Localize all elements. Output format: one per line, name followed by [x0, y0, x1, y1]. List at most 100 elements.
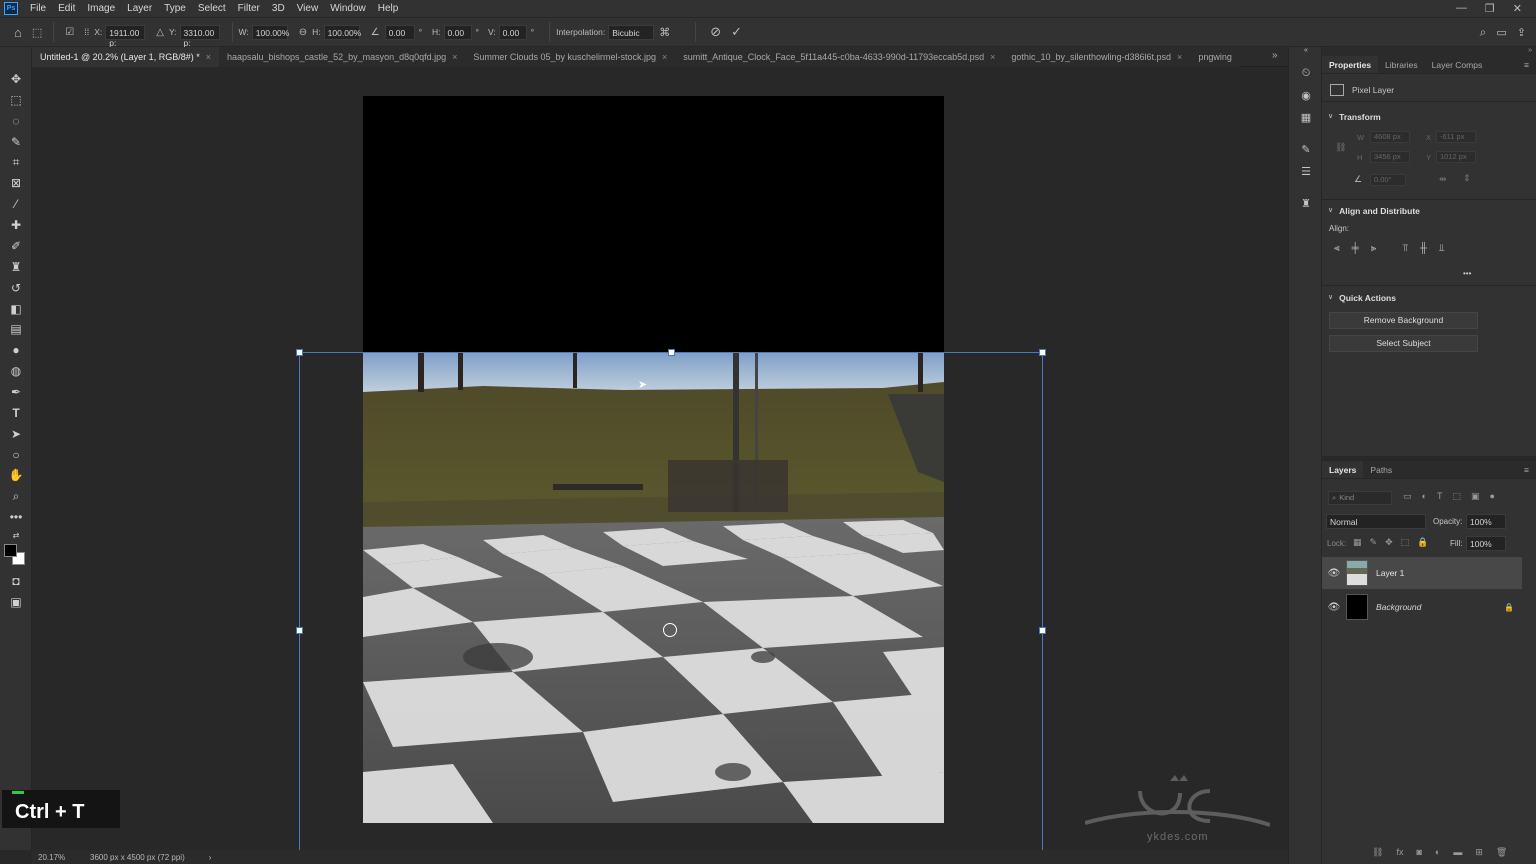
layer-name[interactable]: Background — [1376, 602, 1421, 612]
status-expand-icon[interactable]: › — [209, 853, 212, 862]
layer-style-icon[interactable]: fx — [1396, 847, 1403, 858]
more-options-icon[interactable]: ••• — [1463, 269, 1471, 278]
tab-close-icon[interactable]: × — [452, 47, 457, 67]
lock-position-icon[interactable]: ✥ — [1385, 537, 1393, 548]
free-transform-bounding-box[interactable] — [296, 349, 1046, 850]
menu-select[interactable]: Select — [192, 0, 232, 17]
visibility-eye-icon[interactable]: 👁 — [1322, 568, 1346, 579]
adjustments-panel-icon[interactable]: ☰ — [1298, 165, 1314, 179]
commit-transform-icon[interactable]: ✓ — [731, 24, 742, 40]
screen-mode-icon[interactable]: ▣ — [7, 594, 25, 610]
filter-adjustment-icon[interactable]: ◐ — [1422, 491, 1427, 502]
menu-edit[interactable]: Edit — [52, 0, 81, 17]
height-field[interactable]: 100.00% — [323, 24, 361, 40]
hskew-field[interactable]: 0.00 — [443, 24, 472, 40]
tab-paths[interactable]: Paths — [1363, 461, 1399, 478]
select-subject-button[interactable]: Select Subject — [1329, 335, 1478, 352]
frame-tool-icon[interactable]: ⊠ — [7, 175, 25, 191]
tab-close-icon[interactable]: × — [206, 47, 211, 67]
tab-overflow-icon[interactable]: » — [1272, 50, 1278, 61]
tab-summer-clouds[interactable]: Summer Clouds 05_by kuschelirmel-stock.j… — [465, 47, 676, 67]
relative-position-icon[interactable]: △ — [156, 27, 164, 38]
opacity-field[interactable]: 100% — [1466, 514, 1506, 529]
vskew-field[interactable]: 0.00 — [498, 24, 527, 40]
brush-settings-icon[interactable]: ✎ — [1298, 143, 1314, 157]
angle-field[interactable]: 0.00° — [1370, 174, 1406, 186]
panel-menu-icon[interactable]: ≡ — [1517, 56, 1536, 73]
crop-tool-icon[interactable]: ⌗ — [7, 154, 25, 170]
menu-type[interactable]: Type — [158, 0, 192, 17]
history-brush-tool-icon[interactable]: ↺ — [7, 280, 25, 296]
transform-handle-middle-right[interactable] — [1039, 627, 1046, 634]
new-layer-icon[interactable]: ⊞ — [1475, 847, 1483, 858]
3d-panel-icon[interactable]: ◉ — [1298, 89, 1314, 103]
menu-help[interactable]: Help — [372, 0, 405, 17]
panel-collapse-icon[interactable]: » — [1322, 47, 1536, 56]
blend-mode-select[interactable]: Normal — [1326, 514, 1426, 529]
close-button[interactable]: ✕ — [1513, 2, 1522, 15]
transform-handle-top-left[interactable] — [296, 349, 303, 356]
delete-layer-icon[interactable]: 🗑 — [1496, 847, 1507, 858]
quick-selection-tool-icon[interactable]: ✎ — [7, 134, 25, 150]
link-icon[interactable]: ⛓ — [1335, 142, 1346, 153]
tab-pngwing[interactable]: pngwing — [1190, 47, 1241, 67]
tab-layers[interactable]: Layers — [1322, 461, 1364, 478]
lasso-tool-icon[interactable]: ◌ — [7, 113, 25, 129]
transform-handle-top-center[interactable] — [668, 349, 675, 356]
eraser-tool-icon[interactable]: ◧ — [7, 301, 25, 317]
layer-filter-kind[interactable]: ⌕ Kind — [1328, 491, 1392, 505]
align-right-icon[interactable]: ⫸ — [1371, 243, 1377, 254]
menu-image[interactable]: Image — [81, 0, 121, 17]
filter-pixel-icon[interactable]: ▭ — [1403, 491, 1412, 502]
y-field[interactable]: 3310.00 p: — [179, 24, 220, 48]
tab-properties[interactable]: Properties — [1322, 56, 1379, 73]
reference-point-crosshair-icon[interactable] — [663, 623, 677, 637]
clone-source-icon[interactable]: ♜ — [1298, 197, 1314, 211]
brush-tool-icon[interactable]: ✐ — [7, 238, 25, 254]
filter-toggle-icon[interactable]: ● — [1489, 491, 1494, 502]
warp-icon[interactable]: ⌘ — [659, 26, 670, 39]
x-field[interactable]: 1911.00 p: — [105, 24, 146, 48]
eyedropper-tool-icon[interactable]: ⁄ — [7, 196, 25, 212]
lock-transparent-icon[interactable]: ▦ — [1353, 537, 1362, 548]
reference-point-checkbox[interactable]: ☑ — [65, 27, 74, 38]
filter-shape-icon[interactable]: ⬚ — [1452, 491, 1461, 502]
search-icon[interactable]: ⌕ — [1480, 25, 1487, 40]
tab-gothic[interactable]: gothic_10_by_silenthowling-d386l6t.psd × — [1003, 47, 1191, 67]
align-section-header[interactable]: ∨ Align and Distribute — [1328, 206, 1420, 216]
width-field[interactable]: 4608 px — [1370, 131, 1410, 143]
transform-section-header[interactable]: ∨ Transform — [1328, 112, 1381, 122]
marquee-tool-icon[interactable]: ⬚ — [7, 92, 25, 108]
pen-tool-icon[interactable]: ✒ — [7, 384, 25, 400]
panel-menu-icon[interactable]: ≡ — [1517, 461, 1536, 478]
path-selection-tool-icon[interactable]: ➤ — [7, 426, 25, 442]
flip-horizontal-icon[interactable]: ⇹ — [1439, 174, 1447, 185]
quick-mask-icon[interactable]: ◘ — [7, 573, 25, 589]
menu-filter[interactable]: Filter — [232, 0, 266, 17]
new-group-icon[interactable]: ▬ — [1453, 847, 1462, 858]
reference-point-grid-icon[interactable]: ⁞⁞ — [84, 27, 89, 37]
tab-untitled-1[interactable]: Untitled-1 @ 20.2% (Layer 1, RGB/8#) * × — [32, 47, 219, 67]
home-icon[interactable]: ⌂ — [14, 25, 22, 40]
transform-handle-top-right[interactable] — [1039, 349, 1046, 356]
menu-file[interactable]: File — [24, 0, 52, 17]
transform-tool-icon[interactable]: ⬚ — [32, 26, 42, 39]
width-field[interactable]: 100.00% — [251, 24, 289, 40]
type-tool-icon[interactable]: T — [7, 405, 25, 421]
collapse-icon[interactable]: « — [1298, 47, 1314, 61]
menu-view[interactable]: View — [291, 0, 325, 17]
align-top-icon[interactable]: ⫪ — [1402, 243, 1408, 254]
healing-brush-tool-icon[interactable]: ✚ — [7, 217, 25, 233]
tab-antique-clock[interactable]: sumitt_Antique_Clock_Face_5f11a445-c0ba-… — [675, 47, 1004, 67]
filter-smart-object-icon[interactable]: ▣ — [1471, 491, 1480, 502]
layer-row-layer-1[interactable]: 👁 Layer 1 — [1322, 557, 1522, 589]
remove-background-button[interactable]: Remove Background — [1329, 312, 1478, 329]
history-panel-icon[interactable]: ⏲ — [1298, 67, 1314, 81]
clone-stamp-tool-icon[interactable]: ♜ — [7, 259, 25, 275]
align-middle-vertical-icon[interactable]: ╫ — [1420, 243, 1427, 254]
align-center-horizontal-icon[interactable]: ╪ — [1352, 243, 1359, 254]
menu-3d[interactable]: 3D — [266, 0, 291, 17]
share-icon[interactable]: ⇪ — [1517, 26, 1526, 39]
move-tool-icon[interactable]: ✥ — [7, 71, 25, 87]
add-mask-icon[interactable]: ◙ — [1416, 847, 1421, 858]
